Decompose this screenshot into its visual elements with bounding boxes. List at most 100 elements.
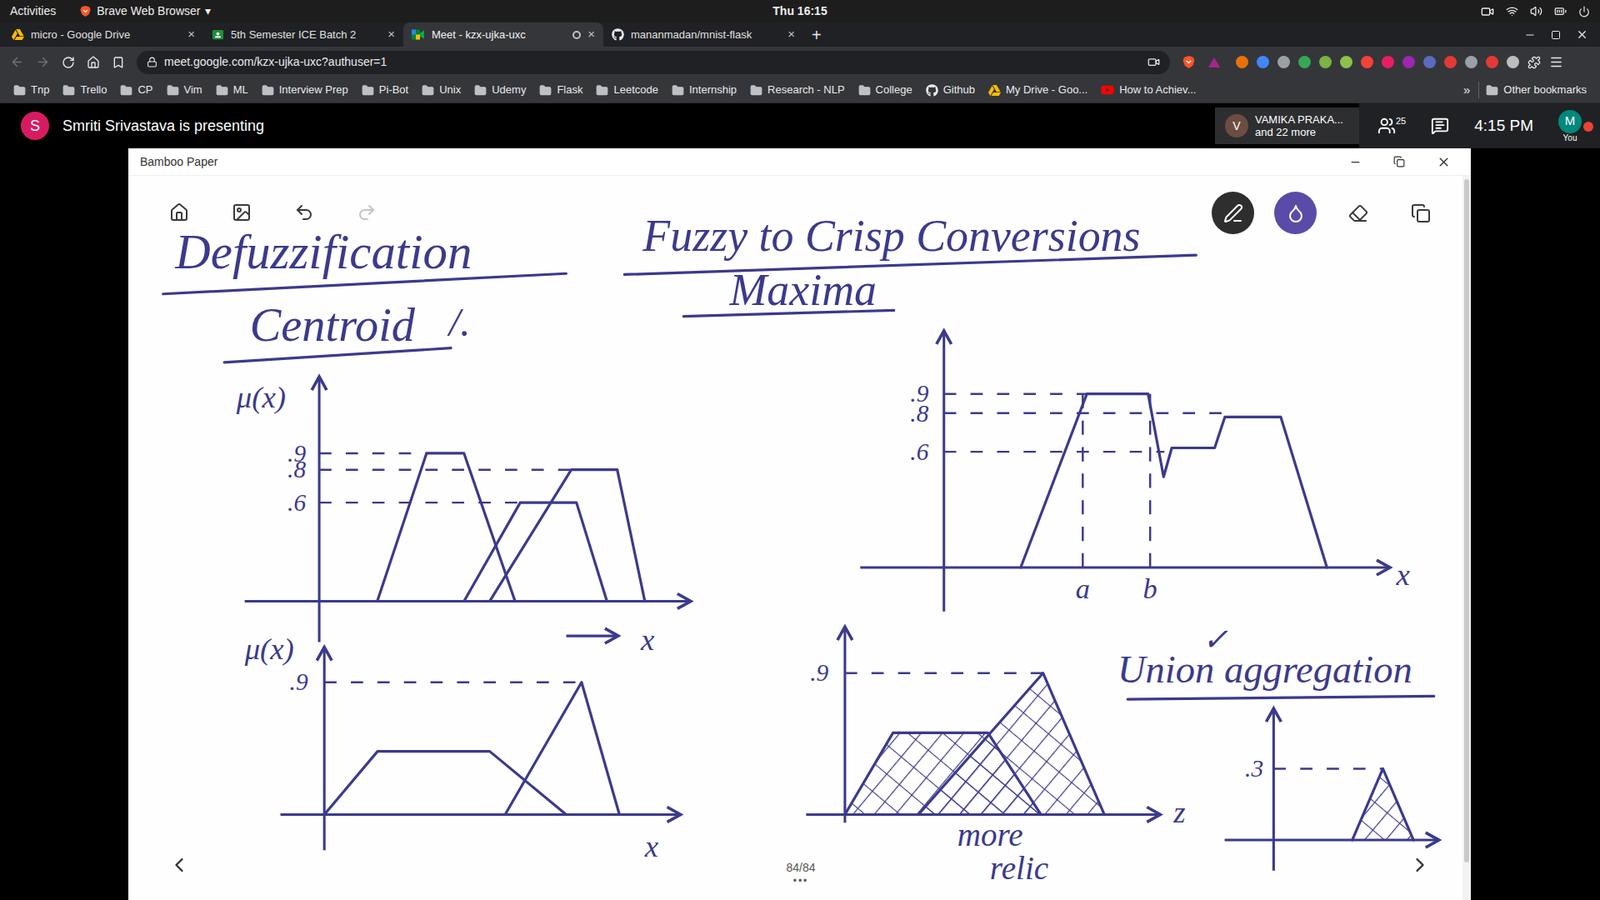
tab-close-button[interactable]: × xyxy=(387,25,395,45)
y-axis xyxy=(323,647,326,851)
bookmark-item[interactable]: Research - NLP xyxy=(743,81,851,99)
folder-icon xyxy=(215,84,229,97)
extension-icon[interactable] xyxy=(1319,55,1332,69)
back-icon[interactable] xyxy=(10,55,25,70)
svg-text:.9: .9 xyxy=(810,659,829,686)
bookmarks-overflow[interactable]: » xyxy=(1455,80,1479,100)
gallery-tool[interactable] xyxy=(223,194,260,231)
bookmark-item[interactable]: Internship xyxy=(665,81,744,99)
gallery-icon xyxy=(231,202,252,223)
url-text: meet.google.com/kzx-ujka-uxc?authuser=1 xyxy=(164,53,387,71)
bookmark-item[interactable]: Unix xyxy=(415,81,468,99)
self-view[interactable]: MYou xyxy=(1558,110,1582,143)
bookmark-item[interactable]: Vim xyxy=(160,81,210,99)
browser-tab[interactable]: micro - Google Drive× xyxy=(3,22,204,47)
minimize-icon[interactable] xyxy=(1349,155,1362,169)
tab-close-button[interactable]: × xyxy=(787,25,795,45)
browser-tab[interactable]: Meet - kzx-ujka-uxc × xyxy=(403,22,604,47)
extension-icon[interactable] xyxy=(1256,55,1270,69)
extension-icon[interactable] xyxy=(1340,55,1353,69)
extensions-icon[interactable] xyxy=(1527,55,1541,70)
bookmark-item[interactable]: ML xyxy=(209,81,255,99)
bookmark-item[interactable]: Flask xyxy=(532,81,590,99)
undo-tool[interactable] xyxy=(285,194,323,231)
clock[interactable]: Thu 16:15 xyxy=(772,2,827,20)
bookmark-item[interactable]: CP xyxy=(113,81,160,99)
extension-icon[interactable] xyxy=(1465,55,1478,69)
camera-in-use-icon xyxy=(1147,55,1160,69)
canvas[interactable]: Defuzzification Fuzzy to Crisp Conversion… xyxy=(128,175,1463,900)
tab-close-button[interactable]: × xyxy=(587,25,595,45)
scrollbar-thumb[interactable] xyxy=(1464,179,1470,863)
svg-text:.3: .3 xyxy=(1245,755,1264,782)
bookmark-item[interactable]: Udemy xyxy=(467,81,533,99)
tab-close-button[interactable]: × xyxy=(187,25,195,45)
address-field[interactable]: meet.google.com/kzx-ujka-uxc?authuser=1 xyxy=(136,50,1170,75)
y-tick: .8 xyxy=(287,455,571,483)
extension-icon[interactable] xyxy=(1381,55,1395,69)
drawing-canvas[interactable]: Defuzzification Fuzzy to Crisp Conversion… xyxy=(128,175,1463,900)
bookmark-item[interactable]: My Drive - Goo... xyxy=(981,81,1095,99)
volume-icon xyxy=(1530,5,1543,18)
bookmark-item[interactable]: Tnp xyxy=(6,81,56,99)
close-window-icon[interactable] xyxy=(1575,28,1589,41)
extension-icon[interactable] xyxy=(1506,55,1520,69)
bookmark-item[interactable]: How to Achiev... xyxy=(1094,81,1203,99)
people-button[interactable]: 25 xyxy=(1377,116,1406,135)
extension-icon[interactable] xyxy=(1423,55,1436,69)
eraser-tool[interactable] xyxy=(1336,191,1380,235)
menu-icon[interactable] xyxy=(1549,55,1564,70)
page-indicator[interactable]: 84/84••• xyxy=(778,860,824,887)
extension-icon[interactable] xyxy=(1402,55,1415,69)
bookmark-item[interactable]: College xyxy=(851,81,920,99)
redo-tool[interactable] xyxy=(348,194,385,231)
next-page-icon[interactable] xyxy=(1408,853,1432,877)
extension-icon[interactable] xyxy=(1360,55,1374,69)
system-tray[interactable] xyxy=(827,5,1590,19)
close-icon[interactable] xyxy=(1436,155,1451,170)
extension-icon[interactable] xyxy=(1277,55,1290,69)
bookmark-item[interactable]: Pi-Bot xyxy=(355,81,415,99)
other-bookmarks[interactable]: Other bookmarks xyxy=(1478,81,1594,99)
extension-icon[interactable] xyxy=(1235,55,1249,69)
extension-icon[interactable] xyxy=(1444,55,1457,69)
tab-title: Meet - kzx-ujka-uxc xyxy=(431,26,566,44)
browser-tab[interactable]: 5th Semester ICE Batch 2× xyxy=(203,22,404,47)
browser-tab[interactable]: mananmadan/mnist-flask× xyxy=(603,22,804,47)
previous-page-icon[interactable] xyxy=(167,853,191,877)
subtitle-heading: Fuzzy to Crisp Conversions xyxy=(624,210,1196,275)
extension-icon[interactable] xyxy=(1485,55,1499,69)
note-text: more xyxy=(957,816,1024,853)
home-icon[interactable] xyxy=(86,55,100,70)
restore-icon[interactable] xyxy=(1550,30,1561,40)
restore-icon[interactable] xyxy=(1393,155,1405,168)
x-label: x xyxy=(644,829,660,864)
rewards-icon[interactable] xyxy=(1207,55,1221,70)
app-menu[interactable]: Brave Web Browser▾ xyxy=(79,2,211,20)
title-heading: Defuzzification xyxy=(163,225,567,295)
color-tool[interactable] xyxy=(1274,191,1317,235)
bookmark-item[interactable]: Trello xyxy=(55,81,114,99)
hatched-area xyxy=(845,673,1105,815)
chat-icon[interactable] xyxy=(1430,116,1450,135)
reload-icon[interactable] xyxy=(61,55,75,70)
folder-icon xyxy=(261,84,275,97)
new-tab-button[interactable]: + xyxy=(803,22,830,47)
scrollbar[interactable] xyxy=(1462,175,1471,900)
minimize-icon[interactable] xyxy=(1524,29,1536,41)
meeting-time: 4:15 PM xyxy=(1474,114,1534,139)
result-chart: .3 xyxy=(1225,708,1440,871)
bookmark-item[interactable]: Interview Prep xyxy=(255,81,355,99)
pen-tool[interactable] xyxy=(1211,191,1255,235)
activities-button[interactable]: Activities xyxy=(10,2,56,20)
x-label: x xyxy=(640,622,655,657)
crop-tool[interactable] xyxy=(1399,191,1442,235)
home-tool[interactable] xyxy=(160,194,198,231)
bookmark-item[interactable]: Github xyxy=(919,81,982,99)
bookmark-icon[interactable] xyxy=(111,55,125,70)
extension-icon[interactable] xyxy=(1298,55,1311,69)
bookmark-item[interactable]: Leetcode xyxy=(589,81,665,99)
participant-chip[interactable]: VVAMIKA PRAKA...and 22 more xyxy=(1215,107,1360,145)
brave-icon xyxy=(1181,55,1196,70)
forward-icon[interactable] xyxy=(35,55,50,70)
